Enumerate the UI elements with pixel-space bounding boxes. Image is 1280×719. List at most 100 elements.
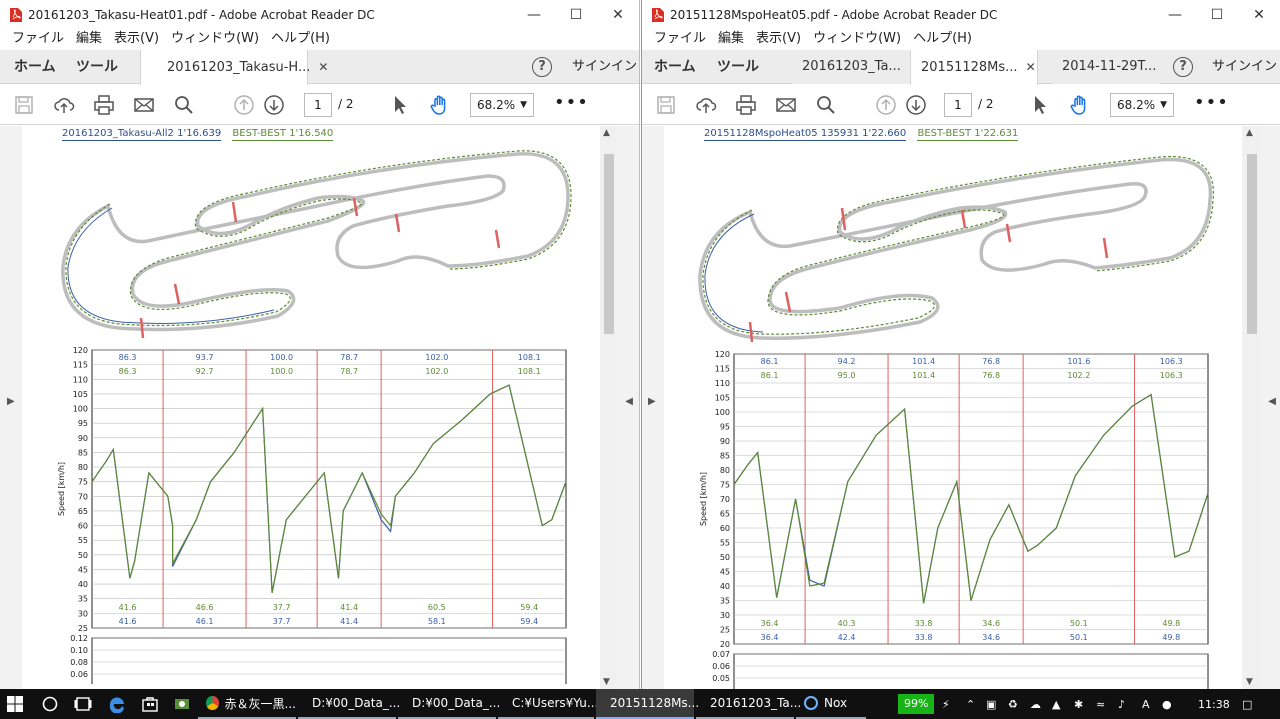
tab-document-3[interactable]: 2014-11-29T...: [1052, 50, 1160, 84]
hand-tool-icon[interactable]: [428, 93, 452, 117]
menu-edit[interactable]: 編集: [70, 30, 108, 50]
title-bar[interactable]: 20161203_Takasu-Heat01.pdf - Adobe Acrob…: [0, 0, 639, 30]
tab-home[interactable]: ホーム: [654, 50, 696, 84]
tab-home[interactable]: ホーム: [14, 50, 56, 84]
page-up-icon[interactable]: [232, 93, 256, 117]
toolbar: 1 / 2 68.2% ▼ •••: [642, 85, 1280, 125]
print-icon[interactable]: [734, 93, 758, 117]
y-tick-label: 55: [720, 539, 730, 548]
vertical-scrollbar[interactable]: ▲ ▼: [1243, 126, 1260, 689]
expand-right-panel-icon[interactable]: ◀: [1268, 396, 1276, 407]
menu-edit[interactable]: 編集: [712, 30, 750, 50]
menu-window[interactable]: ウィンドウ(W): [807, 30, 907, 50]
close-icon[interactable]: ✕: [1238, 0, 1280, 30]
zoom-select[interactable]: 68.2% ▼: [1110, 93, 1174, 117]
select-cursor-icon[interactable]: [388, 93, 412, 117]
search-icon[interactable]: [814, 93, 838, 117]
vertical-scrollbar[interactable]: ▲ ▼: [600, 126, 617, 689]
menu-file[interactable]: ファイル: [6, 30, 70, 50]
select-cursor-icon[interactable]: [1028, 93, 1052, 117]
scroll-up-icon[interactable]: ▲: [1246, 128, 1253, 138]
page-up-icon[interactable]: [874, 93, 898, 117]
page-down-icon[interactable]: [904, 93, 928, 117]
search-icon[interactable]: [172, 93, 196, 117]
scroll-up-icon[interactable]: ▲: [603, 128, 610, 138]
email-icon[interactable]: [774, 93, 798, 117]
y-tick-label: 105: [73, 390, 88, 399]
taskbar-acrobat-right[interactable]: 20151128Ms...: [596, 689, 699, 719]
menu-window[interactable]: ウィンドウ(W): [165, 30, 265, 50]
keyboard-icon[interactable]: ●: [1162, 689, 1172, 719]
scrollbar-thumb[interactable]: [604, 154, 614, 334]
cloud-icon[interactable]: ☁: [1030, 689, 1041, 719]
taskbar-explorer-1[interactable]: D:¥00_Data_...: [298, 689, 400, 719]
expand-left-panel-icon[interactable]: ▶: [648, 396, 656, 407]
taskbar-explorer-3[interactable]: C:¥Users¥Yu...: [498, 689, 598, 719]
tab-close-icon[interactable]: ✕: [318, 60, 328, 74]
more-tools-icon[interactable]: •••: [1194, 93, 1229, 113]
tab-bar: ホーム ツール 20161203_Takasu-H... ✕ ? サインイン: [0, 50, 639, 85]
maximize-icon[interactable]: ☐: [555, 0, 597, 30]
print-icon[interactable]: [92, 93, 116, 117]
taskbar-nox[interactable]: Nox: [796, 689, 866, 719]
taskbar-explorer-2[interactable]: D:¥00_Data_...: [398, 689, 500, 719]
scrollbar-thumb[interactable]: [1247, 154, 1257, 334]
task-view-icon[interactable]: [74, 689, 92, 719]
save-icon[interactable]: [654, 93, 678, 117]
chevron-up-icon[interactable]: ⌃: [966, 689, 975, 719]
signin-link[interactable]: サインイン: [1212, 50, 1277, 84]
help-icon[interactable]: ?: [532, 57, 552, 77]
page-number-input[interactable]: 1: [304, 93, 332, 117]
scroll-down-icon[interactable]: ▼: [603, 677, 610, 687]
taskbar-acrobat-left[interactable]: 20161203_Ta...: [696, 689, 801, 719]
menu-help[interactable]: ヘルプ(H): [265, 30, 336, 50]
expand-right-panel-icon[interactable]: ◀: [625, 396, 633, 407]
store-icon[interactable]: [142, 689, 158, 719]
drive-icon[interactable]: ▲: [1052, 689, 1060, 719]
close-icon[interactable]: ✕: [597, 0, 639, 30]
network-tray-icon[interactable]: ▣: [986, 689, 996, 719]
tab-close-icon[interactable]: ✕: [1026, 60, 1036, 74]
wifi-icon[interactable]: ≈: [1096, 689, 1105, 719]
power-plug-icon[interactable]: ⚡: [942, 689, 950, 719]
page-down-icon[interactable]: [262, 93, 286, 117]
signin-link[interactable]: サインイン: [572, 50, 637, 84]
tab-document-1[interactable]: 20161203_Ta...: [792, 50, 910, 84]
clock[interactable]: 11:38: [1198, 689, 1230, 719]
hand-tool-icon[interactable]: [1068, 93, 1092, 117]
notifications-icon[interactable]: □: [1242, 689, 1252, 719]
menu-view[interactable]: 表示(V): [108, 30, 165, 50]
battery-indicator[interactable]: 99%: [898, 694, 935, 714]
expand-left-panel-icon[interactable]: ▶: [7, 396, 15, 407]
app-icon[interactable]: [174, 689, 190, 719]
menu-file[interactable]: ファイル: [648, 30, 712, 50]
menu-help[interactable]: ヘルプ(H): [907, 30, 978, 50]
upload-cloud-icon[interactable]: [52, 93, 76, 117]
taskbar-chrome[interactable]: 赤＆灰一黒...: [198, 689, 296, 719]
upload-cloud-icon[interactable]: [694, 93, 718, 117]
email-icon[interactable]: [132, 93, 156, 117]
recycle-icon[interactable]: ♻: [1008, 689, 1018, 719]
help-icon[interactable]: ?: [1173, 57, 1193, 77]
y-tick-label: 120: [73, 346, 88, 355]
tab-tools[interactable]: ツール: [76, 50, 118, 84]
maximize-icon[interactable]: ☐: [1196, 0, 1238, 30]
tab-tools[interactable]: ツール: [717, 50, 759, 84]
volume-icon[interactable]: ♪: [1118, 689, 1125, 719]
tab-document[interactable]: 20161203_Takasu-H... ✕: [140, 50, 328, 85]
scroll-down-icon[interactable]: ▼: [1246, 677, 1253, 687]
start-button[interactable]: [6, 689, 24, 719]
bluetooth-icon[interactable]: ✱: [1074, 689, 1083, 719]
ime-indicator[interactable]: A: [1142, 689, 1150, 719]
page-number-input[interactable]: 1: [944, 93, 972, 117]
save-icon[interactable]: [12, 93, 36, 117]
cortana-icon[interactable]: [42, 689, 58, 719]
more-tools-icon[interactable]: •••: [554, 93, 589, 113]
edge-icon[interactable]: [108, 689, 126, 719]
zoom-select[interactable]: 68.2% ▼: [470, 93, 534, 117]
tab-document-2[interactable]: 20151128Ms... ✕: [910, 50, 1038, 85]
menu-view[interactable]: 表示(V): [750, 30, 807, 50]
title-bar[interactable]: 20151128MspoHeat05.pdf - Adobe Acrobat R…: [642, 0, 1280, 30]
minimize-icon[interactable]: —: [1154, 0, 1196, 30]
minimize-icon[interactable]: —: [513, 0, 555, 30]
